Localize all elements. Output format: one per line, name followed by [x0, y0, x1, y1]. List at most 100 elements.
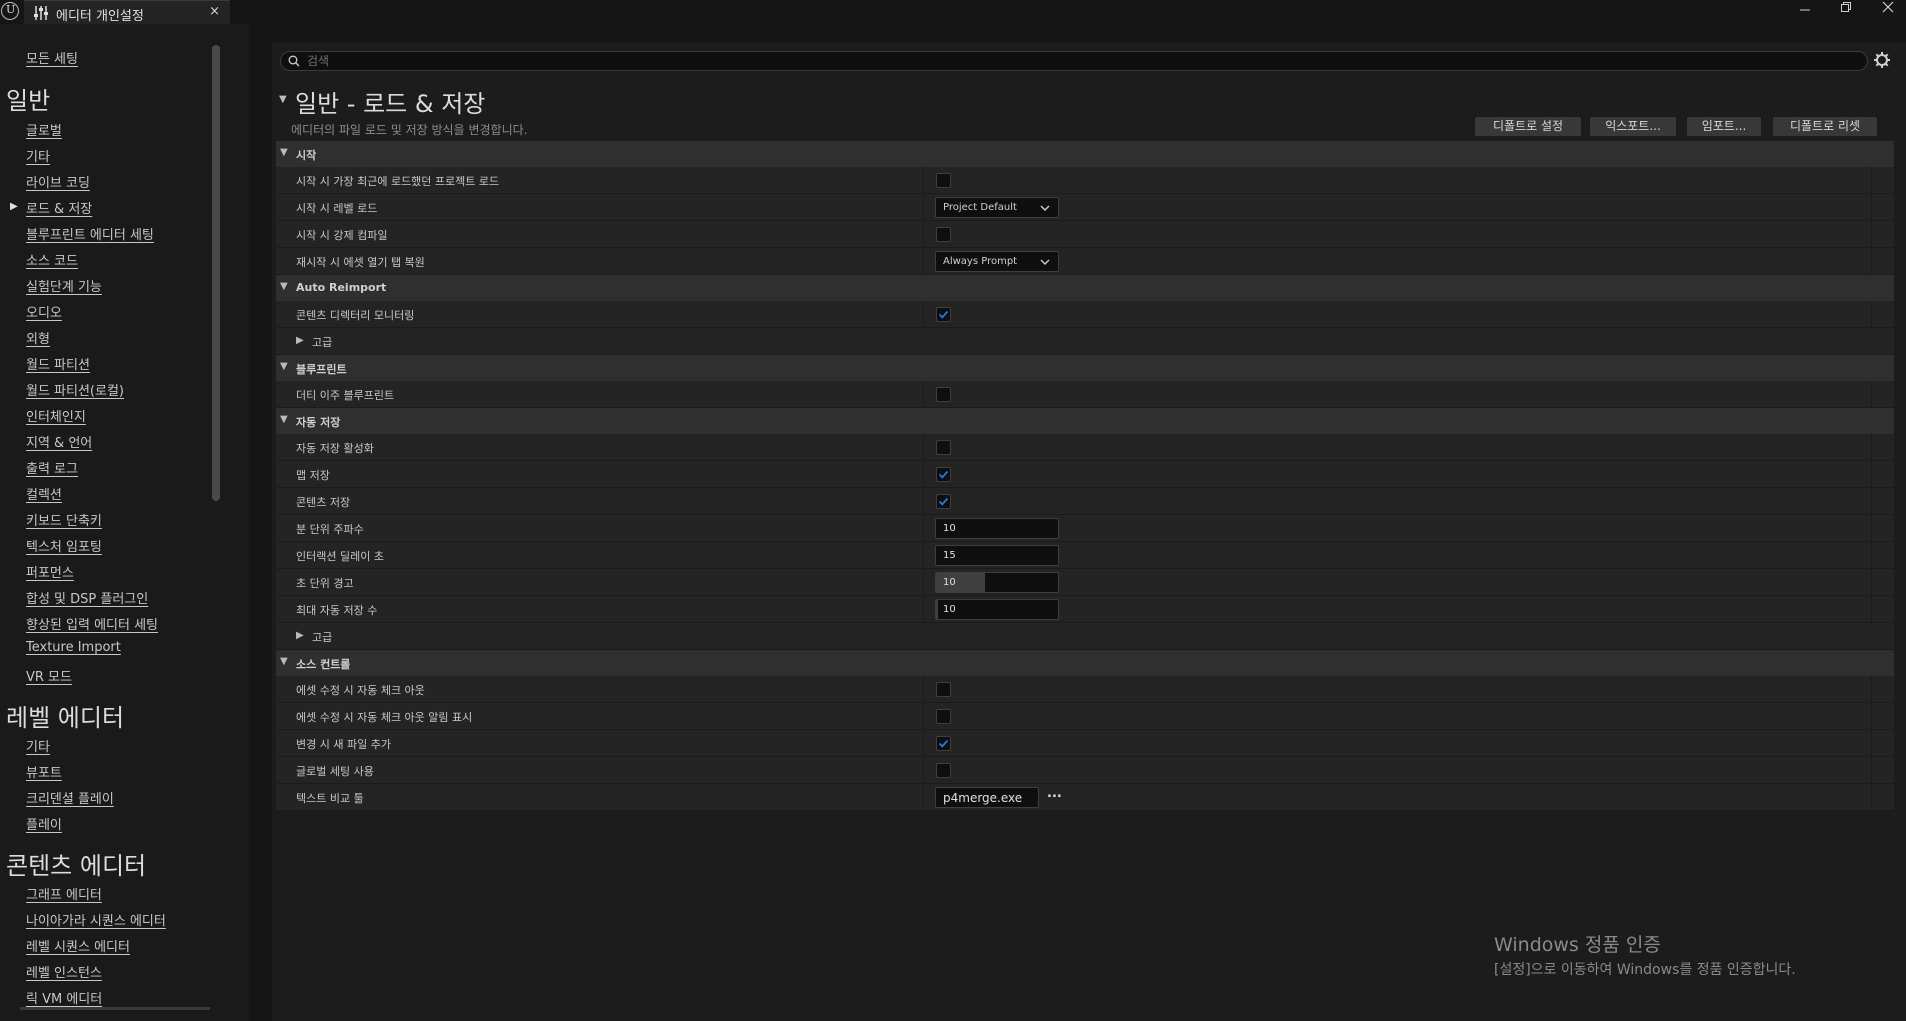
- checkbox-monitor-content-dirs[interactable]: [936, 307, 951, 322]
- category-startup[interactable]: ▼ 시작: [276, 141, 1894, 167]
- column-divider: [923, 434, 924, 461]
- frequency-minutes-input[interactable]: 10: [935, 518, 1059, 539]
- sidebar-item-viewports[interactable]: 뷰포트: [26, 762, 62, 781]
- sidebar-item-load-save[interactable]: 로드 & 저장: [26, 198, 92, 217]
- interaction-delay-input[interactable]: 15: [935, 545, 1059, 566]
- dropdown-value: Always Prompt: [943, 256, 1018, 267]
- column-divider: [923, 301, 924, 328]
- column-divider: [923, 596, 924, 623]
- column-divider: [1871, 569, 1872, 596]
- export-button[interactable]: 익스포트...: [1589, 116, 1677, 137]
- sidebar-item-collections[interactable]: 컬렉션: [26, 484, 62, 503]
- checkbox-auto-checkout[interactable]: [936, 682, 951, 697]
- row-auto-checkout-notify: 에셋 수정 시 자동 체크 아웃 알림 표시: [276, 703, 1894, 730]
- sidebar-item-keyboard-shortcuts[interactable]: 키보드 단축키: [26, 510, 102, 529]
- checkbox-use-global-settings[interactable]: [936, 763, 951, 778]
- browse-button[interactable]: ...: [1047, 786, 1062, 801]
- sidebar-item-global[interactable]: 글로벌: [26, 120, 62, 139]
- column-divider: [1871, 167, 1872, 194]
- sidebar-item-appearance[interactable]: 외형: [26, 328, 50, 347]
- tab-editor-preferences[interactable]: 에디터 개인설정 ×: [24, 0, 230, 24]
- minimize-icon[interactable]: [1799, 3, 1811, 15]
- sidebar-item-world-partition-local[interactable]: 월드 파티션(로컬): [26, 380, 124, 399]
- row-autosave-advanced[interactable]: ▶ 고급: [276, 623, 1894, 650]
- checkbox-save-content[interactable]: [936, 494, 951, 509]
- sidebar-item-graph-editor[interactable]: 그래프 에디터: [26, 884, 102, 903]
- page-collapse-arrow-icon[interactable]: ▼: [279, 94, 287, 105]
- column-divider: [1871, 434, 1872, 461]
- diff-tool-path-input[interactable]: p4merge.exe: [935, 787, 1039, 808]
- checkbox-add-new-files[interactable]: [936, 736, 951, 751]
- sidebar-item-credential-play[interactable]: 크리덴셜 플레이: [26, 788, 114, 807]
- tab-title: 에디터 개인설정: [56, 9, 144, 24]
- column-divider: [923, 381, 924, 408]
- column-divider: [923, 248, 924, 275]
- column-divider: [1871, 703, 1872, 730]
- category-autosave[interactable]: ▼ 자동 저장: [276, 408, 1894, 434]
- max-autosaves-slider[interactable]: 10: [935, 599, 1059, 620]
- sidebar-item-source-code[interactable]: 소스 코드: [26, 250, 78, 269]
- row-label: 자동 저장 활성화: [296, 442, 374, 455]
- row-label: 시작 시 레벨 로드: [296, 202, 378, 215]
- checkbox-load-last-project[interactable]: [936, 173, 951, 188]
- sidebar-item-enhanced-input[interactable]: 향상된 입력 에디터 세팅: [26, 614, 158, 633]
- column-divider: [923, 194, 924, 221]
- expand-arrow-icon: ▶: [296, 630, 304, 641]
- checkbox-enable-autosave[interactable]: [936, 440, 951, 455]
- sidebar-item-experimental[interactable]: 실험단계 기능: [26, 276, 102, 295]
- gear-icon[interactable]: [1873, 51, 1891, 69]
- row-label: 분 단위 주파수: [296, 523, 364, 536]
- checkbox-force-compile[interactable]: [936, 227, 951, 242]
- row-label: 재시작 시 에셋 열기 탭 복원: [296, 256, 425, 269]
- row-label: 초 단위 경고: [296, 577, 354, 590]
- sidebar-item-audio[interactable]: 오디오: [26, 302, 62, 321]
- category-blueprint[interactable]: ▼ 블루프린트: [276, 355, 1894, 381]
- sidebar-item-level-misc[interactable]: 기타: [26, 736, 50, 755]
- check-icon: [938, 739, 949, 748]
- collapse-arrow-icon: ▼: [280, 281, 288, 292]
- restore-icon[interactable]: [1840, 1, 1852, 13]
- sidebar-item-vr-mode[interactable]: VR 모드: [26, 666, 72, 685]
- sidebar-item-rig-vm-editor[interactable]: 릭 VM 에디터: [26, 988, 102, 1007]
- sidebar-item-all-settings[interactable]: 모든 세팅: [26, 48, 78, 67]
- sidebar-item-interchange[interactable]: 인터체인지: [26, 406, 86, 425]
- set-as-default-button[interactable]: 디폴트로 설정: [1474, 116, 1582, 137]
- sidebar-item-level-instance[interactable]: 레벨 인스턴스: [26, 962, 102, 981]
- warning-seconds-slider[interactable]: 10: [935, 572, 1059, 593]
- sidebar-item-synthesis-dsp[interactable]: 합성 및 DSP 플러그인: [26, 588, 148, 607]
- search-input[interactable]: [307, 53, 1807, 69]
- search-box[interactable]: [280, 51, 1868, 71]
- checkbox-save-maps[interactable]: [936, 467, 951, 482]
- checkbox-dirty-blueprints[interactable]: [936, 387, 951, 402]
- row-label: 글로벌 세팅 사용: [296, 765, 374, 778]
- sidebar-item-region-language[interactable]: 지역 & 언어: [26, 432, 92, 451]
- row-reimport-advanced[interactable]: ▶ 고급: [276, 328, 1894, 355]
- restore-tabs-dropdown[interactable]: Always Prompt: [935, 251, 1059, 272]
- sidebar-horizontal-scrollbar[interactable]: [20, 1007, 210, 1010]
- sidebar-item-world-partition[interactable]: 월드 파티션: [26, 354, 90, 373]
- row-label: 인터랙션 딜레이 초: [296, 550, 384, 563]
- category-source-control[interactable]: ▼ 소스 컨트롤: [276, 650, 1894, 676]
- sidebar-item-play[interactable]: 플레이: [26, 814, 62, 833]
- load-level-dropdown[interactable]: Project Default: [935, 197, 1059, 218]
- category-auto-reimport[interactable]: ▼ Auto Reimport: [276, 275, 1894, 301]
- checkbox-auto-checkout-notify[interactable]: [936, 709, 951, 724]
- sidebar-item-texture-import[interactable]: Texture Import: [26, 640, 121, 655]
- reset-to-default-button[interactable]: 디폴트로 리셋: [1772, 116, 1878, 137]
- sidebar-item-texture-importing[interactable]: 텍스처 임포팅: [26, 536, 102, 555]
- sidebar-item-niagara-sequence-editor[interactable]: 나이아가라 시퀀스 에디터: [26, 910, 166, 929]
- sidebar-item-live-coding[interactable]: 라이브 코딩: [26, 172, 90, 191]
- column-divider: [923, 221, 924, 248]
- sidebar-item-blueprint-editor[interactable]: 블루프린트 에디터 세팅: [26, 224, 154, 243]
- sidebar-scrollbar[interactable]: [212, 45, 220, 501]
- sidebar-item-output-log[interactable]: 출력 로그: [26, 458, 78, 477]
- sidebar-item-level-sequence-editor[interactable]: 레벨 시퀀스 에디터: [26, 936, 130, 955]
- close-window-icon[interactable]: [1882, 1, 1894, 13]
- sidebar-item-performance[interactable]: 퍼포먼스: [26, 562, 74, 581]
- collapse-arrow-icon: ▼: [280, 414, 288, 425]
- check-icon: [938, 470, 949, 479]
- import-button[interactable]: 임포트...: [1686, 116, 1762, 137]
- close-tab-icon[interactable]: ×: [209, 4, 220, 19]
- sidebar-item-misc[interactable]: 기타: [26, 146, 50, 165]
- category-label: 블루프린트: [296, 363, 347, 376]
